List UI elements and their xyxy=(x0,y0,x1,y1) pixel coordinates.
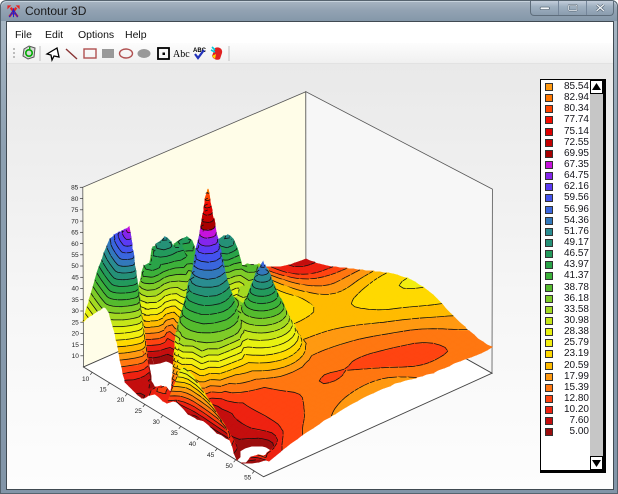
svg-text:Abc: Abc xyxy=(173,49,190,60)
